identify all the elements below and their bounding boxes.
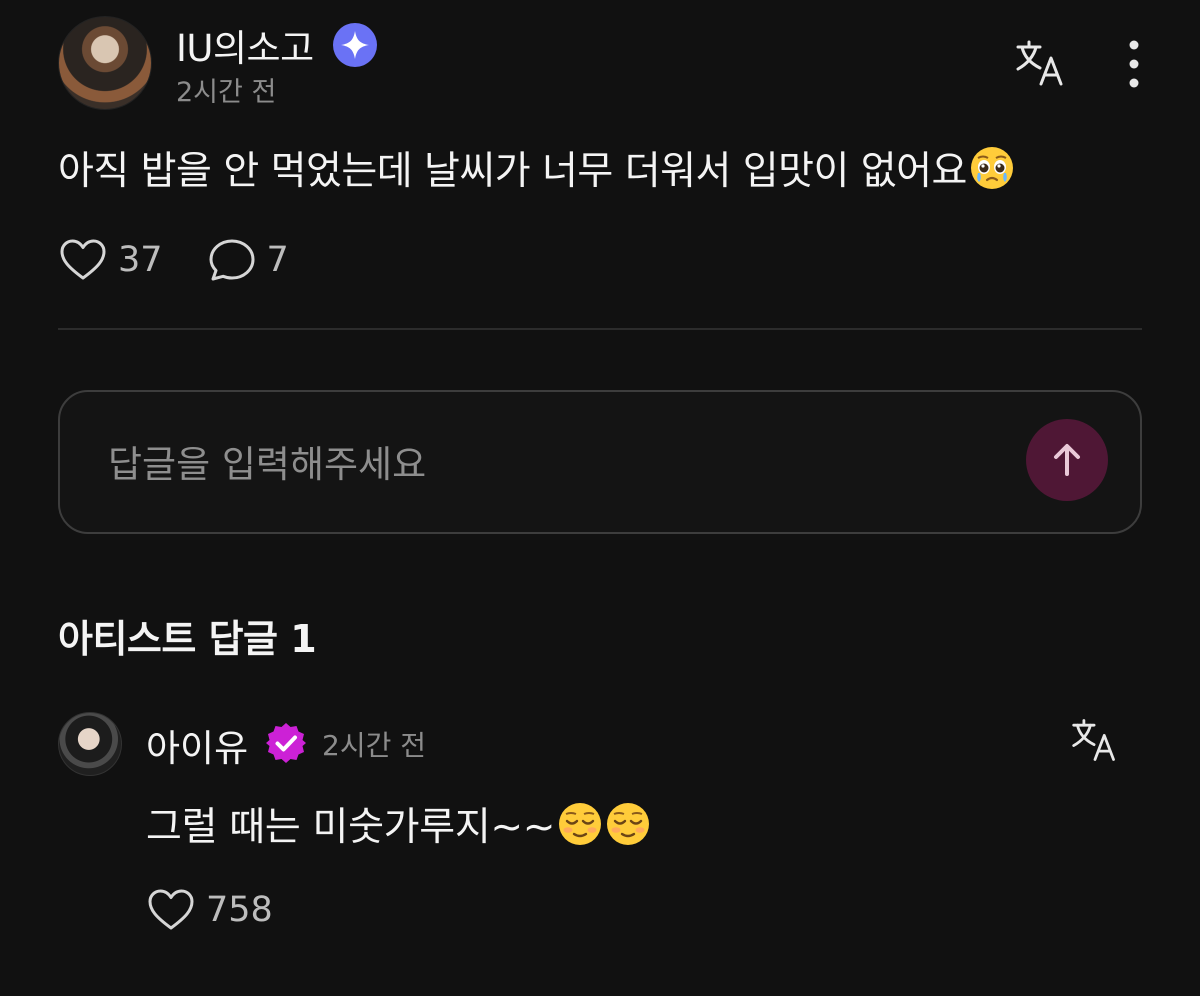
like-button[interactable]: 37 (58, 237, 163, 283)
verified-badge-icon (333, 23, 377, 67)
relieved-face-emoji-icon (607, 803, 650, 845)
reply-input-container (58, 390, 1142, 534)
post-detail-page: IU의소고 2시간 전 아직 밥을 안 먹었는데 날씨가 너무 더워서 입맛이 … (0, 0, 1200, 996)
reply-timestamp: 2시간 전 (322, 729, 426, 762)
post-text: 아직 밥을 안 먹었는데 날씨가 너무 더워서 입맛이 없어요 (58, 140, 1015, 196)
reply-like-count: 758 (206, 890, 273, 930)
post-timestamp: 2시간 전 (176, 77, 277, 108)
divider (58, 328, 1142, 330)
reply-text: 그럴 때는 미숫가루지~~ (146, 796, 651, 852)
reply-author-name[interactable]: 아이유 (146, 718, 248, 772)
send-reply-button[interactable] (1026, 419, 1108, 501)
author-avatar[interactable] (58, 16, 152, 110)
arrow-up-icon (1054, 444, 1080, 476)
relieved-face-emoji-icon (559, 803, 602, 845)
reply-text-content: 그럴 때는 미숫가루지~~ (146, 805, 556, 850)
reply-input[interactable] (108, 436, 988, 492)
heart-icon (148, 889, 194, 930)
like-count: 37 (118, 240, 163, 280)
heart-icon (60, 239, 106, 280)
reply-actions: 758 (146, 886, 317, 934)
translate-icon[interactable] (1070, 716, 1120, 764)
pleading-face-emoji-icon (970, 147, 1013, 189)
author-name[interactable]: IU의소고 (176, 18, 314, 72)
post-actions: 37 7 (58, 236, 333, 284)
comment-count: 7 (266, 240, 289, 280)
reply-author-avatar[interactable] (58, 712, 122, 776)
translate-icon[interactable] (1014, 38, 1068, 88)
more-vertical-icon[interactable] (1118, 38, 1150, 90)
post-text-content: 아직 밥을 안 먹었는데 날씨가 너무 더워서 입맛이 없어요 (58, 149, 967, 194)
verified-badge-icon (266, 723, 306, 763)
comment-icon (209, 239, 255, 281)
reply-like-button[interactable]: 758 (146, 887, 273, 933)
artist-replies-title: 아티스트 답글 1 (58, 617, 317, 661)
comment-button[interactable]: 7 (207, 237, 289, 283)
